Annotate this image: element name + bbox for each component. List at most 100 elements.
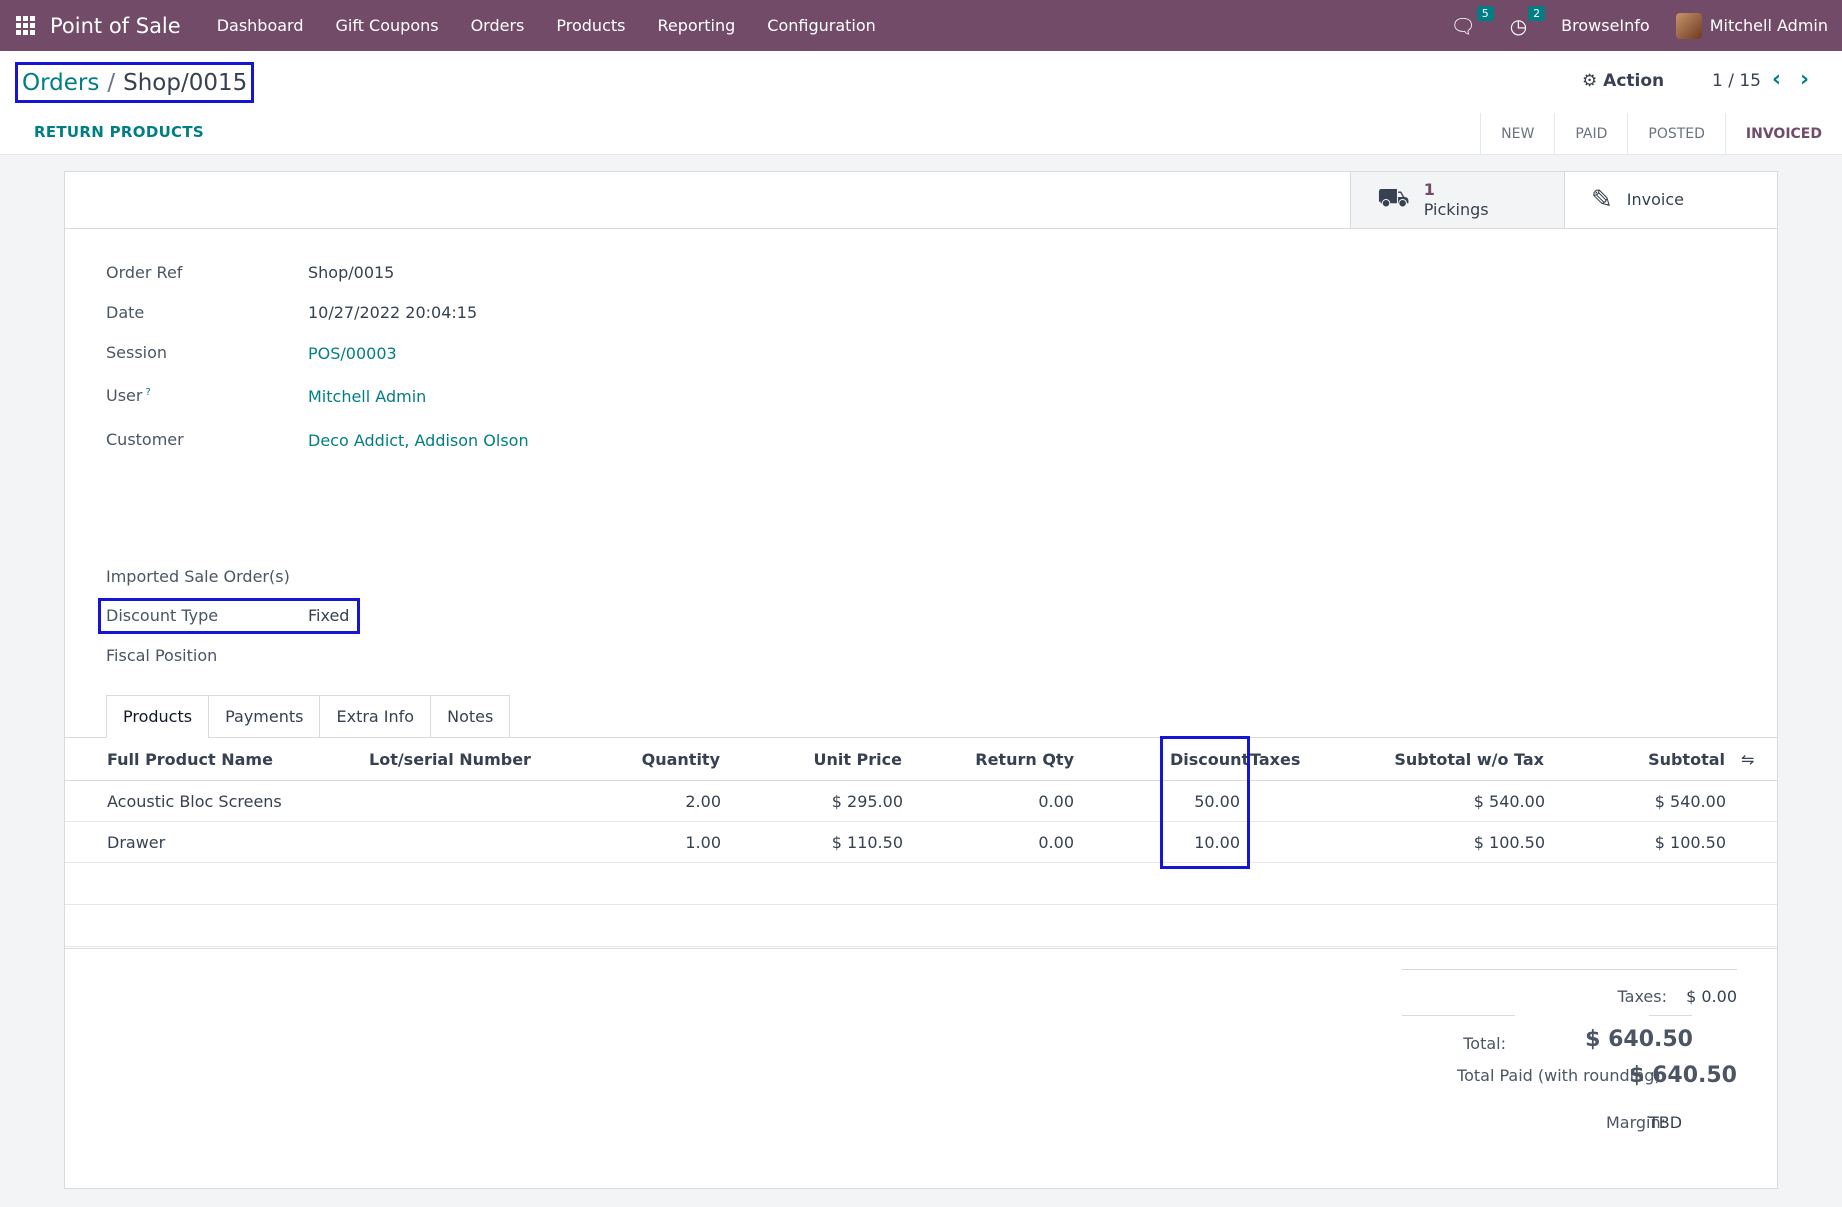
truck-icon: ⛟ xyxy=(1377,183,1410,213)
chevron-right-icon[interactable]: › xyxy=(1800,67,1809,92)
table-header: Full Product Name Lot/serial Number Quan… xyxy=(65,738,1777,781)
notebook-tabs: Products Payments Extra Info Notes xyxy=(106,695,511,738)
session-link[interactable]: POS/00003 xyxy=(308,344,397,363)
total-paid-value: $ 640.50 xyxy=(1629,1063,1737,1088)
tab-products[interactable]: Products xyxy=(106,695,210,738)
activities-badge: 2 xyxy=(1528,5,1546,21)
form-sheet: ⛟ 1 Pickings ✎ Invoice Order Ref Shop/00… xyxy=(64,171,1778,1189)
col-full-product-name[interactable]: Full Product Name xyxy=(107,750,273,769)
breadcrumb-orders[interactable]: Orders xyxy=(22,70,99,96)
tab-extra-info[interactable]: Extra Info xyxy=(319,695,432,738)
cell-quantity: 1.00 xyxy=(685,833,721,852)
invoice-label: Invoice xyxy=(1626,190,1684,209)
menu-gift-coupons[interactable]: Gift Coupons xyxy=(320,16,455,35)
taxes-value: $ 0.00 xyxy=(1686,987,1737,1006)
customer-link[interactable]: Deco Addict, Addison Olson xyxy=(308,431,529,450)
smart-button-box: ⛟ 1 Pickings ✎ Invoice xyxy=(65,172,1777,229)
help-tooltip-icon[interactable]: ? xyxy=(145,387,150,398)
discount-column-highlight xyxy=(1160,736,1250,869)
menu-reporting[interactable]: Reporting xyxy=(641,16,751,35)
stage-posted[interactable]: POSTED xyxy=(1628,113,1726,155)
cell-unit-price: $ 295.00 xyxy=(831,792,903,811)
apps-grid-icon[interactable] xyxy=(0,0,50,51)
empty-row xyxy=(65,863,1777,905)
chat-icon[interactable]: 🗨︎ 5 xyxy=(1450,5,1494,38)
fiscal-position-label: Fiscal Position xyxy=(106,646,218,665)
user-label: User? xyxy=(106,386,151,405)
stage-new[interactable]: NEW xyxy=(1481,113,1556,155)
empty-row xyxy=(65,905,1777,947)
menu-configuration[interactable]: Configuration xyxy=(751,16,892,35)
user-menu[interactable]: Mitchell Admin xyxy=(1675,12,1828,39)
control-panel: Orders / Shop/0015 ⚙ Action 1 / 15 ‹ › R… xyxy=(0,51,1842,155)
order-ref-label: Order Ref xyxy=(106,263,183,282)
user-link[interactable]: Mitchell Admin xyxy=(308,387,426,406)
col-unit-price[interactable]: Unit Price xyxy=(813,750,902,769)
discount-type-value: Fixed xyxy=(308,606,350,625)
top-navbar: Point of Sale Dashboard Gift Coupons Ord… xyxy=(0,0,1842,51)
col-subtotal-wo-tax[interactable]: Subtotal w/o Tax xyxy=(1394,750,1544,769)
col-return-qty[interactable]: Return Qty xyxy=(975,750,1074,769)
total-rule-left xyxy=(1402,1015,1515,1016)
cell-subtotal-wo-tax: $ 100.50 xyxy=(1473,833,1545,852)
discount-type-label: Discount Type xyxy=(106,606,219,625)
table-row[interactable]: Acoustic Bloc Screens 2.00 $ 295.00 0.00… xyxy=(65,781,1777,822)
order-ref-value: Shop/0015 xyxy=(308,263,395,282)
imported-orders-label: Imported Sale Order(s) xyxy=(106,567,290,586)
total-value: $ 640.50 xyxy=(1585,1027,1693,1052)
cell-return-qty: 0.00 xyxy=(1038,792,1074,811)
menu-orders[interactable]: Orders xyxy=(455,16,541,35)
edit-icon: ✎ xyxy=(1591,185,1613,215)
total-rule-right xyxy=(1649,1015,1692,1016)
invoice-smart-button[interactable]: ✎ Invoice xyxy=(1564,172,1777,228)
cell-unit-price: $ 110.50 xyxy=(831,833,903,852)
sliders-icon[interactable]: ⇋ xyxy=(1741,750,1754,769)
total-label: Total: xyxy=(1463,1034,1506,1053)
margin-value: TBD xyxy=(1649,1113,1683,1132)
totals-divider xyxy=(65,948,1777,949)
action-button[interactable]: ⚙ Action xyxy=(1582,71,1664,91)
breadcrumb-current: Shop/0015 xyxy=(123,69,248,96)
chevron-left-icon[interactable]: ‹ xyxy=(1772,67,1781,92)
cell-quantity: 2.00 xyxy=(685,792,721,811)
col-lot-serial[interactable]: Lot/serial Number xyxy=(369,750,531,769)
date-value: 10/27/2022 20:04:15 xyxy=(308,303,478,322)
user-name: Mitchell Admin xyxy=(1709,16,1828,35)
table-row[interactable]: Drawer 1.00 $ 110.50 0.00 10.00 $ 100.50… xyxy=(65,822,1777,863)
stage-paid[interactable]: PAID xyxy=(1555,113,1629,155)
return-products-button[interactable]: RETURN PRODUCTS xyxy=(34,123,204,141)
cell-subtotal: $ 540.00 xyxy=(1654,792,1726,811)
taxes-label: Taxes: xyxy=(1617,987,1667,1006)
cell-product-name: Drawer xyxy=(107,833,166,852)
col-quantity[interactable]: Quantity xyxy=(642,750,720,769)
company-switcher[interactable]: BrowseInfo xyxy=(1561,16,1650,35)
date-label: Date xyxy=(106,303,145,322)
breadcrumb-separator: / xyxy=(107,69,116,96)
cell-subtotal-wo-tax: $ 540.00 xyxy=(1473,792,1545,811)
customer-label: Customer xyxy=(106,430,184,449)
tab-notes[interactable]: Notes xyxy=(430,695,511,738)
pager-value[interactable]: 1 / 15 xyxy=(1712,71,1761,91)
cell-subtotal: $ 100.50 xyxy=(1654,833,1726,852)
pickings-label: Pickings xyxy=(1423,200,1489,219)
col-taxes[interactable]: Taxes xyxy=(1250,750,1300,769)
avatar xyxy=(1675,12,1702,39)
action-label: Action xyxy=(1603,71,1665,91)
app-brand[interactable]: Point of Sale xyxy=(50,14,181,38)
menu-products[interactable]: Products xyxy=(540,16,641,35)
clock-icon[interactable]: ◷ 2 xyxy=(1510,5,1546,38)
status-bar: NEW PAID POSTED INVOICED xyxy=(1480,113,1842,155)
tab-payments[interactable]: Payments xyxy=(208,695,321,738)
messages-badge: 5 xyxy=(1476,5,1494,21)
session-label: Session xyxy=(106,343,168,362)
col-subtotal[interactable]: Subtotal xyxy=(1648,750,1725,769)
pickings-count: 1 xyxy=(1423,180,1435,199)
cell-product-name: Acoustic Bloc Screens xyxy=(107,792,282,811)
menu-dashboard[interactable]: Dashboard xyxy=(201,16,320,35)
gear-icon: ⚙ xyxy=(1582,71,1598,91)
pickings-smart-button[interactable]: ⛟ 1 Pickings xyxy=(1350,172,1564,228)
stage-invoiced[interactable]: INVOICED xyxy=(1726,113,1842,155)
breadcrumb: Orders / Shop/0015 xyxy=(15,62,255,103)
totals-top-rule xyxy=(1402,969,1737,970)
user-label-text: User xyxy=(106,386,143,405)
